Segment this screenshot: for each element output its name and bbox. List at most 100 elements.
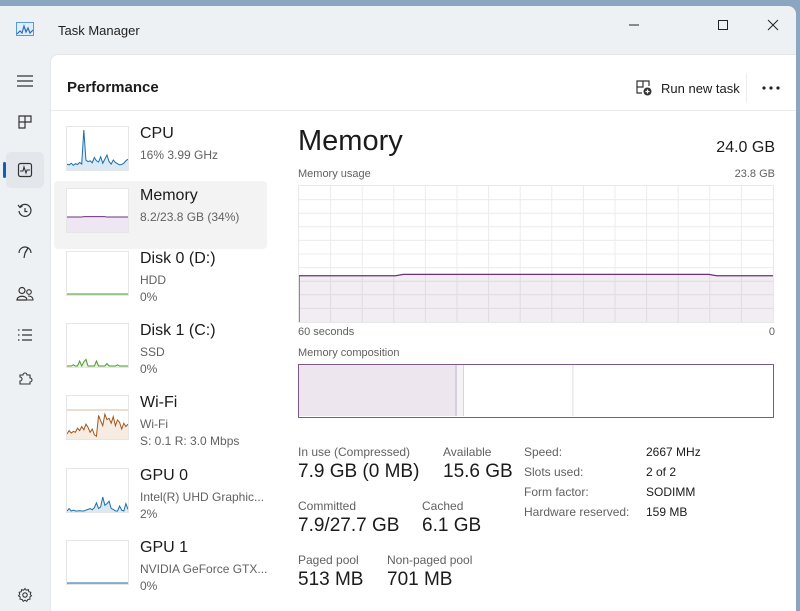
performance-icon bbox=[17, 162, 33, 178]
run-new-task-icon bbox=[636, 80, 652, 96]
memory-composition-bar bbox=[298, 364, 774, 418]
device-sparkline-chart bbox=[67, 582, 128, 584]
nav-menu-button[interactable] bbox=[6, 63, 44, 99]
device-detail: SSD bbox=[140, 345, 165, 359]
run-new-task-label: Run new task bbox=[661, 80, 740, 96]
nav-settings[interactable] bbox=[6, 577, 44, 611]
nav-processes[interactable] bbox=[6, 104, 44, 140]
nav-performance[interactable] bbox=[3, 152, 44, 188]
header-divider bbox=[746, 73, 747, 103]
page-title: Performance bbox=[67, 79, 159, 96]
device-sparkline bbox=[66, 395, 129, 440]
task-manager-app-icon bbox=[16, 22, 34, 36]
nav-app-history[interactable] bbox=[6, 193, 44, 229]
memory-usage-max: 23.8 GB bbox=[734, 168, 775, 180]
device-sparkline-chart bbox=[67, 293, 128, 295]
cached-value: 6.1 GB bbox=[422, 515, 482, 536]
speedometer-icon bbox=[18, 246, 32, 259]
composition-modified[interactable] bbox=[456, 365, 464, 416]
composition-free[interactable] bbox=[573, 365, 772, 416]
non-paged-pool-label: Non-paged pool bbox=[387, 553, 473, 567]
hamburger-icon bbox=[17, 75, 33, 87]
device-sparkline-chart bbox=[67, 358, 128, 367]
title-bar[interactable]: Task Manager bbox=[0, 6, 796, 54]
nav-users[interactable] bbox=[6, 276, 44, 312]
time-axis-left-label: 60 seconds bbox=[298, 326, 355, 338]
device-detail: Intel(R) UHD Graphic... bbox=[140, 490, 265, 504]
hardware-reserved-value: 159 MB bbox=[646, 505, 688, 519]
window-title: Task Manager bbox=[58, 23, 140, 38]
content-pane: Performance Run new task CPU 16% 3.99 GH… bbox=[50, 54, 796, 611]
device-item-cpu[interactable]: CPU 16% 3.99 GHz bbox=[54, 119, 267, 187]
task-manager-window: Task Manager Performance Run new task CP… bbox=[0, 6, 796, 611]
memory-composition-chart bbox=[299, 365, 772, 416]
device-sparkline-chart bbox=[67, 130, 128, 170]
nav-services[interactable] bbox=[6, 360, 44, 396]
run-new-task-button[interactable]: Run new task bbox=[629, 71, 746, 105]
device-name: GPU 0 bbox=[140, 467, 189, 484]
device-list: CPU 16% 3.99 GHz Memory 8.2/23.8 GB (34%… bbox=[54, 119, 267, 611]
device-usage: 0% bbox=[140, 579, 158, 593]
memory-title: Memory bbox=[298, 125, 403, 157]
navigation-rail bbox=[0, 62, 50, 611]
header-separator bbox=[51, 110, 796, 111]
memory-composition-label: Memory composition bbox=[298, 347, 400, 359]
composition-standby[interactable] bbox=[463, 365, 574, 416]
device-sparkline bbox=[66, 126, 129, 171]
device-item-gpu-0[interactable]: GPU 0 Intel(R) UHD Graphic... 2% bbox=[54, 461, 267, 529]
users-icon bbox=[16, 286, 34, 301]
maximize-button[interactable] bbox=[700, 10, 746, 40]
memory-usage-graph bbox=[298, 185, 774, 323]
close-icon bbox=[767, 19, 779, 31]
speed-label: Speed: bbox=[524, 445, 563, 459]
close-button[interactable] bbox=[750, 10, 796, 40]
maximize-icon bbox=[718, 20, 728, 30]
committed-value: 7.9/27.7 GB bbox=[298, 515, 400, 536]
gear-icon bbox=[17, 587, 33, 602]
device-name: GPU 1 bbox=[140, 539, 189, 556]
device-sparkline bbox=[66, 468, 129, 513]
nav-details[interactable] bbox=[6, 317, 44, 353]
processes-icon bbox=[18, 115, 32, 129]
nav-startup-apps[interactable] bbox=[6, 234, 44, 270]
device-sparkline bbox=[66, 188, 129, 233]
device-item-disk-1-c[interactable]: Disk 1 (C:) SSD 0% bbox=[54, 316, 267, 384]
in-use-label: In use (Compressed) bbox=[298, 445, 411, 459]
device-item-gpu-1[interactable]: GPU 1 NVIDIA GeForce GTX... 0% bbox=[54, 533, 267, 601]
memory-total: 24.0 GB bbox=[716, 139, 775, 156]
sparkline-area bbox=[67, 216, 128, 232]
device-sparkline bbox=[66, 251, 129, 296]
memory-usage-area bbox=[299, 274, 773, 322]
slots-used-value: 2 of 2 bbox=[646, 465, 677, 479]
ellipsis-icon bbox=[762, 86, 780, 90]
minimize-button[interactable] bbox=[611, 10, 657, 40]
device-sparkline-chart bbox=[67, 216, 128, 232]
device-name: Disk 1 (C:) bbox=[140, 322, 216, 339]
in-use-value: 7.9 GB (0 MB) bbox=[298, 461, 420, 482]
available-label: Available bbox=[443, 445, 492, 459]
composition-in-use[interactable] bbox=[299, 365, 457, 416]
device-item-disk-0-d[interactable]: Disk 0 (D:) HDD 0% bbox=[54, 244, 267, 312]
device-usage: 2% bbox=[140, 507, 158, 521]
puzzle-icon bbox=[19, 372, 33, 385]
device-usage: 0% bbox=[140, 290, 158, 304]
form-factor-value: SODIMM bbox=[646, 485, 696, 499]
hardware-reserved-label: Hardware reserved: bbox=[524, 505, 630, 519]
memory-usage-chart bbox=[298, 186, 773, 322]
device-item-memory[interactable]: Memory 8.2/23.8 GB (34%) bbox=[54, 181, 267, 249]
device-detail: Wi-Fi bbox=[140, 417, 168, 431]
more-options-button[interactable] bbox=[753, 71, 789, 105]
device-name: Disk 0 (D:) bbox=[140, 250, 216, 267]
available-value: 15.6 GB bbox=[443, 461, 513, 482]
device-sparkline bbox=[66, 540, 129, 585]
time-axis-right-label: 0 bbox=[768, 326, 775, 338]
slots-used-label: Slots used: bbox=[524, 465, 584, 479]
paged-pool-value: 513 MB bbox=[298, 569, 364, 590]
committed-label: Committed bbox=[298, 499, 357, 513]
device-detail: NVIDIA GeForce GTX... bbox=[140, 562, 268, 576]
memory-usage-label: Memory usage bbox=[298, 168, 371, 180]
device-item-wi-fi[interactable]: Wi-Fi Wi-Fi S: 0.1 R: 3.0 Mbps bbox=[54, 388, 267, 456]
device-sparkline-chart bbox=[67, 496, 128, 512]
device-detail: 8.2/23.8 GB (34%) bbox=[140, 210, 240, 224]
sparkline-line bbox=[67, 130, 128, 166]
